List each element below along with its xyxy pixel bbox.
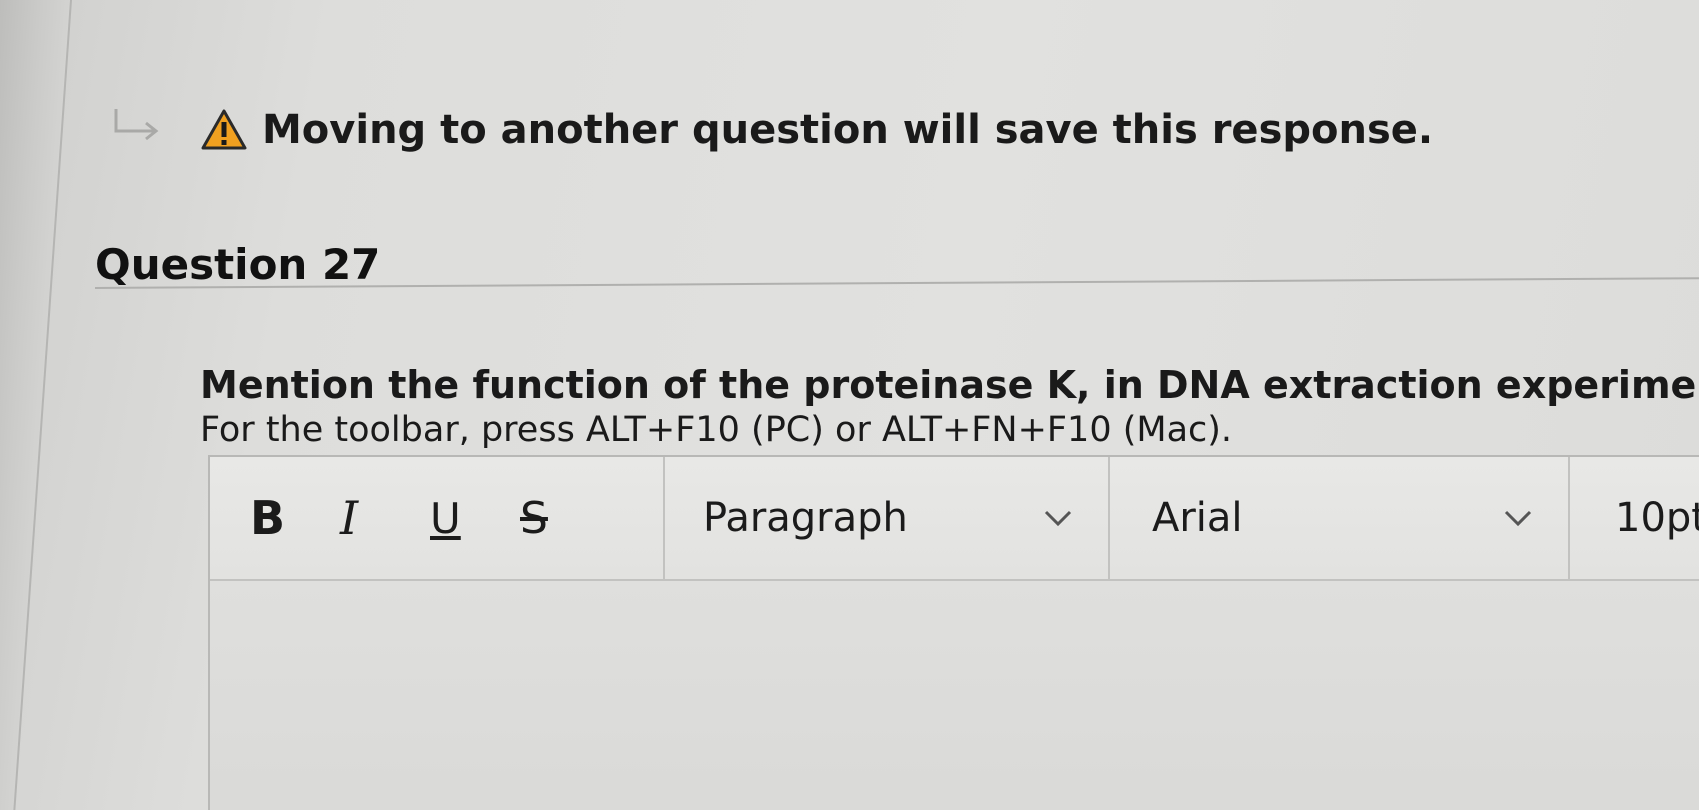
question-title: Question 27 [95, 240, 381, 289]
chevron-down-icon [1504, 510, 1532, 527]
italic-button[interactable]: I [340, 491, 430, 545]
editor-toolbar: B I U S Paragraph Arial 10pt [210, 457, 1699, 581]
page: Moving to another question will save thi… [0, 0, 1699, 810]
paragraph-format-value: Paragraph [703, 495, 908, 541]
underline-button[interactable]: U [430, 494, 520, 543]
question-prompt: Mention the function of the proteinase K… [200, 363, 1699, 407]
bold-button[interactable]: B [250, 491, 340, 545]
font-size-select[interactable]: 10pt [1570, 457, 1699, 579]
format-button-group: B I U S [210, 457, 665, 579]
font-family-select[interactable]: Arial [1110, 457, 1570, 579]
warning-triangle-icon [201, 109, 247, 150]
chevron-down-icon [1044, 510, 1072, 527]
left-panel-edge [0, 0, 72, 810]
save-notice: Moving to another question will save thi… [110, 95, 1433, 165]
font-family-value: Arial [1152, 495, 1243, 541]
paragraph-format-select[interactable]: Paragraph [665, 457, 1110, 579]
toolbar-hint: For the toolbar, press ALT+F10 (PC) or A… [200, 410, 1233, 450]
strikethrough-button[interactable]: S [520, 493, 610, 544]
return-arrow-icon [114, 109, 159, 141]
response-text-area[interactable] [210, 581, 1699, 810]
font-size-value: 10pt [1615, 495, 1699, 541]
rich-text-editor: B I U S Paragraph Arial 10pt [208, 455, 1699, 810]
save-notice-text: Moving to another question will save thi… [262, 107, 1434, 153]
